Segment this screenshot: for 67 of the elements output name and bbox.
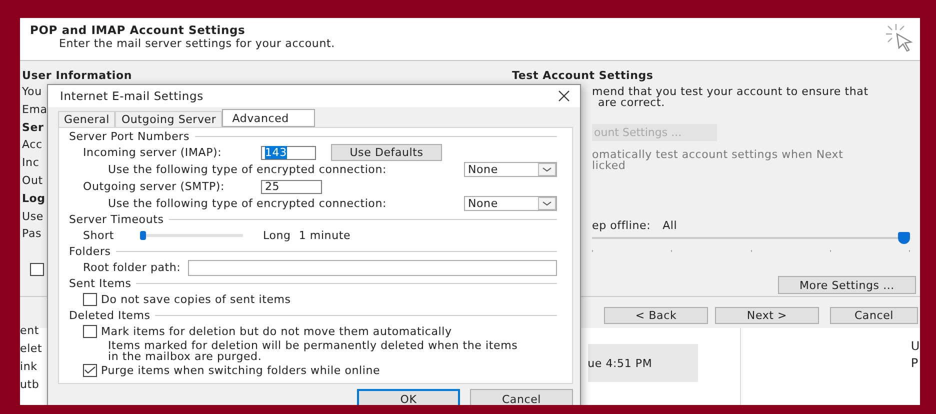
offline-label: ep offline: — [592, 219, 651, 232]
port-field[interactable]: 143 — [261, 146, 316, 160]
dialog-button[interactable]: Cancel — [470, 389, 573, 405]
folder-label: ent — [20, 323, 40, 339]
checkbox-label: Mark items for deletion but do not move them automatically — [101, 325, 452, 338]
option-text: omatically test account settings when Next — [592, 150, 844, 160]
field-label: Acc — [22, 137, 42, 154]
note-text: Items marked for deletion will be permanently deleted when the items in the mailbox are purged. — [107, 340, 518, 362]
field-label: Incoming server (IMAP): — [83, 146, 223, 159]
folder-label: elet — [20, 341, 44, 357]
dialog-title: Internet E-mail Settings — [60, 89, 204, 103]
timeout-slider[interactable] — [143, 231, 243, 240]
option-text: licked — [592, 160, 626, 171]
close-icon[interactable] — [558, 90, 570, 102]
group-heading: Deleted Items — [69, 309, 150, 322]
section-heading: Test Account Settings — [512, 69, 654, 83]
more-settings-button[interactable]: More Settings ... — [778, 276, 916, 294]
checkbox-label: Purge items when switching folders while online — [101, 364, 380, 377]
tab[interactable]: General — [58, 111, 116, 127]
field-label: Use the following type of encrypted connection: — [108, 163, 386, 176]
chevron-down-icon[interactable] — [538, 197, 556, 210]
field-label: Log — [22, 190, 46, 207]
offline-value: All — [662, 219, 678, 232]
checkbox[interactable] — [83, 364, 97, 377]
dialog-button[interactable]: OK — [357, 389, 460, 405]
tab[interactable]: Advanced — [222, 109, 316, 127]
section-heading: User Information — [22, 69, 132, 83]
slider-max-label: Long — [263, 229, 291, 242]
wizard-title: POP and IMAP Account Settings — [30, 23, 246, 37]
port-field[interactable]: 25 — [261, 180, 322, 194]
checkbox-label: Do not save copies of sent items — [101, 293, 291, 306]
checkbox[interactable] — [30, 263, 44, 276]
field-label: You — [22, 84, 42, 100]
tab[interactable]: Outgoing Server — [115, 111, 222, 127]
chevron-down-icon[interactable] — [538, 163, 556, 176]
description-text: are correct. — [597, 98, 665, 108]
field-label: Inc — [22, 155, 40, 172]
nav-button[interactable]: Cancel — [830, 307, 918, 324]
encryption-dropdown[interactable]: None — [464, 196, 557, 211]
group-heading: Sent Items — [69, 277, 132, 290]
timeout-value: 1 minute — [298, 229, 351, 242]
field-label: Ema — [22, 102, 48, 118]
preview-text: P — [910, 355, 920, 372]
encryption-dropdown[interactable]: None — [464, 162, 557, 177]
group-heading: Server Port Numbers — [69, 130, 190, 143]
path-field[interactable] — [188, 260, 557, 276]
slider-min-label: Short — [83, 229, 116, 242]
message-row[interactable]: ue 4:51 PM — [588, 344, 698, 382]
wizard-subtitle: Enter the mail server settings for your account. — [58, 37, 335, 50]
group-heading: Folders — [69, 245, 111, 258]
folder-label: utb — [20, 377, 40, 393]
description-text: mend that you test your account to ensure that — [592, 87, 868, 98]
group-heading: Server Timeouts — [69, 213, 164, 226]
preview-text: U — [910, 338, 920, 355]
field-label: Root folder path: — [83, 261, 181, 274]
use-defaults-button[interactable]: Use Defaults — [331, 144, 442, 161]
field-label: Ser — [22, 120, 44, 136]
checkbox[interactable] — [83, 293, 97, 306]
field-label: Use the following type of encrypted connection: — [108, 197, 386, 210]
field-label: Outgoing server (SMTP): — [83, 180, 226, 193]
nav-button[interactable]: Next > — [715, 307, 819, 324]
field-label: Out — [22, 172, 43, 189]
field-label: Pas — [22, 226, 42, 242]
nav-button[interactable]: < Back — [604, 307, 708, 324]
folder-label: ink — [20, 359, 38, 375]
field-label: Use — [22, 208, 44, 225]
checkbox[interactable] — [83, 325, 97, 338]
